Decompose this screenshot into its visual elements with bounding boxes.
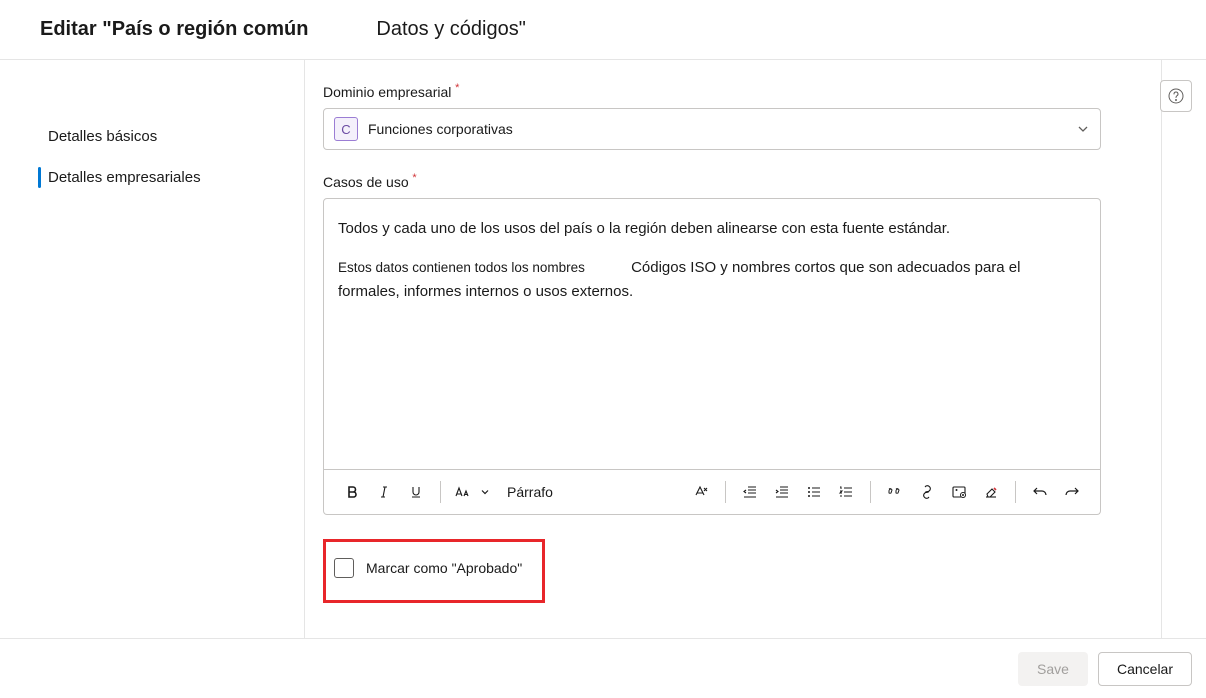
sidebar-item-label: Detalles básicos — [48, 128, 157, 145]
sidebar-item-basic-details[interactable]: Detalles básicos — [0, 116, 304, 157]
sidebar-item-label: Detalles empresariales — [48, 169, 201, 186]
header-title: Editar "País o región común — [40, 18, 308, 41]
header-subtitle: Datos y códigos" — [376, 18, 525, 41]
main-area: Detalles básicos Detalles empresariales … — [0, 60, 1206, 638]
numbered-list-button[interactable] — [832, 478, 860, 506]
editor-fragment: Códigos ISO y nombres cortos que son ade… — [631, 259, 1020, 276]
panel-header: Editar "País o región común Datos y códi… — [0, 0, 1206, 60]
image-button[interactable] — [945, 478, 973, 506]
numbered-list-icon — [838, 484, 854, 500]
toolbar-divider — [440, 481, 441, 503]
approve-label: Marcar como "Aprobado" — [366, 560, 522, 576]
clear-format-button[interactable] — [687, 478, 715, 506]
domain-label: Dominio empresarial — [323, 84, 451, 100]
editor-toolbar: Párrafo — [323, 470, 1101, 515]
editor-fragment: Estos datos contienen todos los nombres — [338, 258, 585, 279]
domain-badge: C — [334, 117, 358, 141]
domain-dropdown[interactable]: C Funciones corporativas — [323, 108, 1101, 150]
editor-content[interactable]: Todos y cada uno de los usos del país o … — [324, 199, 1100, 469]
approve-checkbox[interactable] — [334, 558, 354, 578]
chevron-down-icon — [479, 486, 491, 498]
usecases-editor[interactable]: Todos y cada uno de los usos del país o … — [323, 198, 1101, 470]
paragraph-style-button[interactable]: Párrafo — [499, 484, 561, 500]
toolbar-divider — [725, 481, 726, 503]
fontsize-button[interactable] — [451, 485, 495, 499]
redo-button[interactable] — [1058, 478, 1086, 506]
bold-icon — [345, 485, 359, 499]
domain-value: Funciones corporativas — [368, 121, 1076, 137]
eraser-icon — [983, 484, 999, 500]
redo-icon — [1064, 484, 1080, 500]
underline-icon — [409, 485, 423, 499]
undo-icon — [1032, 484, 1048, 500]
image-icon — [951, 484, 967, 500]
content-area: Dominio empresarial C Funciones corporat… — [305, 60, 1206, 638]
clear-format-icon — [693, 484, 709, 500]
save-button[interactable]: Save — [1018, 652, 1088, 686]
underline-button[interactable] — [402, 478, 430, 506]
indent-button[interactable] — [768, 478, 796, 506]
quote-icon — [887, 484, 903, 500]
quote-button[interactable] — [881, 478, 909, 506]
outdent-icon — [742, 484, 758, 500]
bold-button[interactable] — [338, 478, 366, 506]
sidebar-item-business-details[interactable]: Detalles empresariales — [0, 157, 304, 198]
sidebar: Detalles básicos Detalles empresariales — [0, 60, 305, 638]
outdent-button[interactable] — [736, 478, 764, 506]
link-icon — [919, 484, 935, 500]
bullet-list-button[interactable] — [800, 478, 828, 506]
fontsize-icon — [455, 485, 475, 499]
link-button[interactable] — [913, 478, 941, 506]
undo-button[interactable] — [1026, 478, 1054, 506]
toolbar-divider — [870, 481, 871, 503]
editor-line: Todos y cada uno de los usos del país o … — [338, 217, 1086, 240]
chevron-down-icon — [1076, 122, 1090, 136]
footer: Save Cancelar — [0, 638, 1206, 698]
editor-line: Estos datos contienen todos los nombres … — [338, 256, 1086, 303]
cancel-button[interactable]: Cancelar — [1098, 652, 1192, 686]
italic-button[interactable] — [370, 478, 398, 506]
editor-fragment: formales, informes internos o usos exter… — [338, 283, 633, 300]
toolbar-divider — [1015, 481, 1016, 503]
eraser-button[interactable] — [977, 478, 1005, 506]
bullet-list-icon — [806, 484, 822, 500]
indent-icon — [774, 484, 790, 500]
usecases-label: Casos de uso — [323, 174, 409, 190]
italic-icon — [377, 485, 391, 499]
approve-checkbox-row: Marcar como "Aprobado" — [323, 539, 545, 603]
